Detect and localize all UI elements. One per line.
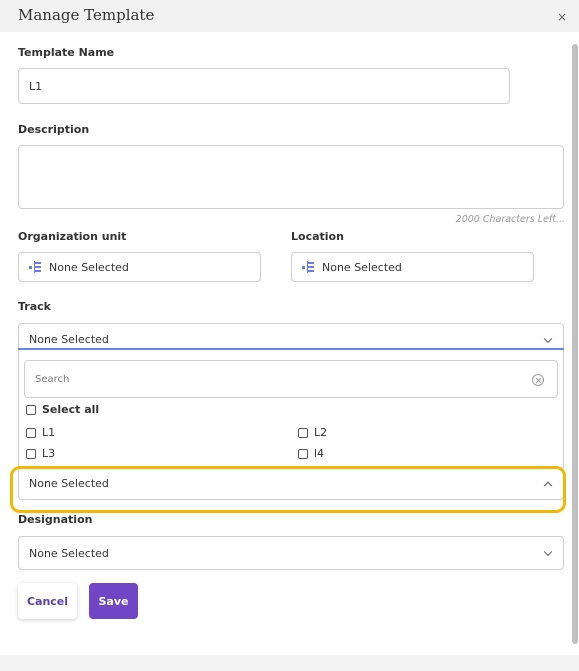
location-picker[interactable]: None Selected bbox=[291, 252, 534, 282]
template-name-input[interactable]: L1 bbox=[18, 68, 510, 104]
close-icon[interactable]: × bbox=[557, 10, 567, 24]
clear-search-icon[interactable] bbox=[532, 374, 544, 386]
track-search-input[interactable] bbox=[35, 373, 515, 385]
track-select-value: None Selected bbox=[29, 333, 109, 346]
checkbox[interactable] bbox=[26, 404, 36, 415]
description-label: Description bbox=[18, 123, 90, 136]
chevron-down-icon bbox=[543, 547, 553, 557]
dialog-title: Manage Template bbox=[18, 6, 155, 24]
template-name-label: Template Name bbox=[18, 46, 115, 59]
option-l3[interactable]: L3 bbox=[26, 447, 55, 460]
dropdown-focus-line bbox=[18, 348, 564, 350]
option-l2[interactable]: L2 bbox=[298, 426, 327, 439]
scrollbar[interactable] bbox=[572, 44, 578, 644]
designation-select[interactable]: None Selected bbox=[18, 536, 564, 570]
description-textarea[interactable] bbox=[18, 145, 564, 209]
checkbox[interactable] bbox=[26, 448, 36, 459]
track-search-box[interactable] bbox=[24, 360, 558, 398]
option-label: L1 bbox=[42, 426, 56, 439]
tree-icon bbox=[29, 261, 43, 273]
chevron-down-icon bbox=[543, 334, 553, 343]
location-value: None Selected bbox=[322, 260, 402, 274]
organization-unit-label: Organization unit bbox=[18, 230, 127, 243]
designation-select-value: None Selected bbox=[29, 546, 109, 560]
cancel-button[interactable]: Cancel bbox=[18, 583, 77, 619]
location-label: Location bbox=[291, 230, 344, 243]
dialog-header: Manage Template × bbox=[0, 0, 579, 32]
checkbox[interactable] bbox=[26, 427, 36, 438]
option-label: L2 bbox=[314, 426, 328, 439]
organization-unit-value: None Selected bbox=[49, 260, 129, 274]
option-l1[interactable]: L1 bbox=[26, 426, 55, 439]
option-label: l4 bbox=[314, 447, 325, 460]
track-label: Track bbox=[18, 300, 51, 313]
highlight-box bbox=[10, 466, 566, 513]
select-all-option[interactable]: Select all bbox=[26, 403, 99, 416]
option-l4[interactable]: l4 bbox=[298, 447, 324, 460]
select-all-label: Select all bbox=[42, 403, 100, 416]
designation-label: Designation bbox=[18, 513, 93, 526]
footer-strip bbox=[0, 655, 579, 671]
checkbox[interactable] bbox=[298, 427, 308, 438]
save-button[interactable]: Save bbox=[89, 583, 138, 619]
chars-left-counter: 2000 Characters Left... bbox=[455, 214, 565, 225]
tree-icon bbox=[302, 261, 316, 273]
organization-unit-picker[interactable]: None Selected bbox=[18, 252, 261, 282]
option-label: L3 bbox=[42, 447, 56, 460]
checkbox[interactable] bbox=[298, 448, 308, 459]
